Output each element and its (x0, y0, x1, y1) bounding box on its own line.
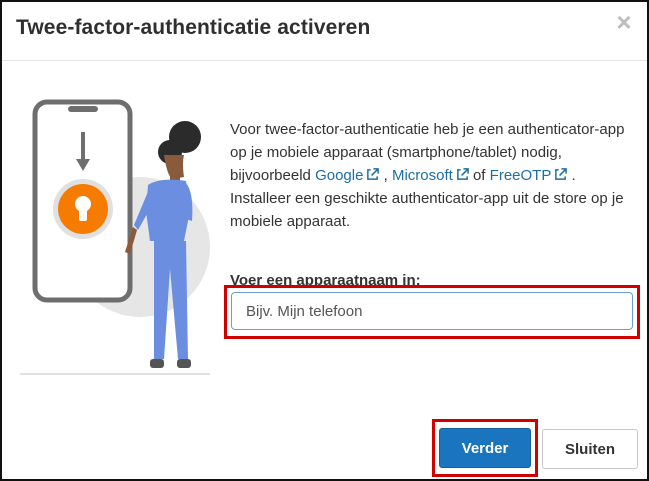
device-name-input[interactable] (231, 292, 633, 330)
two-factor-dialog: Twee-factor-authenticatie activeren × Vo… (0, 0, 649, 481)
freeotp-link-label: FreeOTP (489, 167, 552, 184)
separator-1: , (379, 167, 392, 184)
close-button[interactable]: Sluiten (542, 429, 638, 469)
microsoft-link-label: Microsoft (391, 167, 453, 184)
microsoft-authenticator-link[interactable]: Microsoft (392, 167, 469, 184)
phone-lock-illustration (20, 99, 210, 375)
next-button[interactable]: Verder (439, 428, 531, 468)
external-link-icon (456, 168, 469, 180)
next-button-highlight: Verder (432, 419, 538, 477)
separator-2: of (468, 167, 490, 184)
close-icon[interactable]: × (613, 9, 635, 35)
instructions-text: Voor twee-factor-authenticatie heb je ee… (230, 118, 635, 233)
dialog-header: Twee-factor-authenticatie activeren × (2, 2, 647, 61)
google-link-label: Google (315, 167, 364, 184)
device-name-highlight (224, 285, 640, 339)
freeotp-link[interactable]: FreeOTP (490, 167, 568, 184)
google-authenticator-link[interactable]: Google (315, 167, 380, 184)
external-link-icon (367, 168, 380, 180)
dialog-title: Twee-factor-authenticatie activeren (16, 16, 371, 39)
external-link-icon (555, 168, 568, 180)
